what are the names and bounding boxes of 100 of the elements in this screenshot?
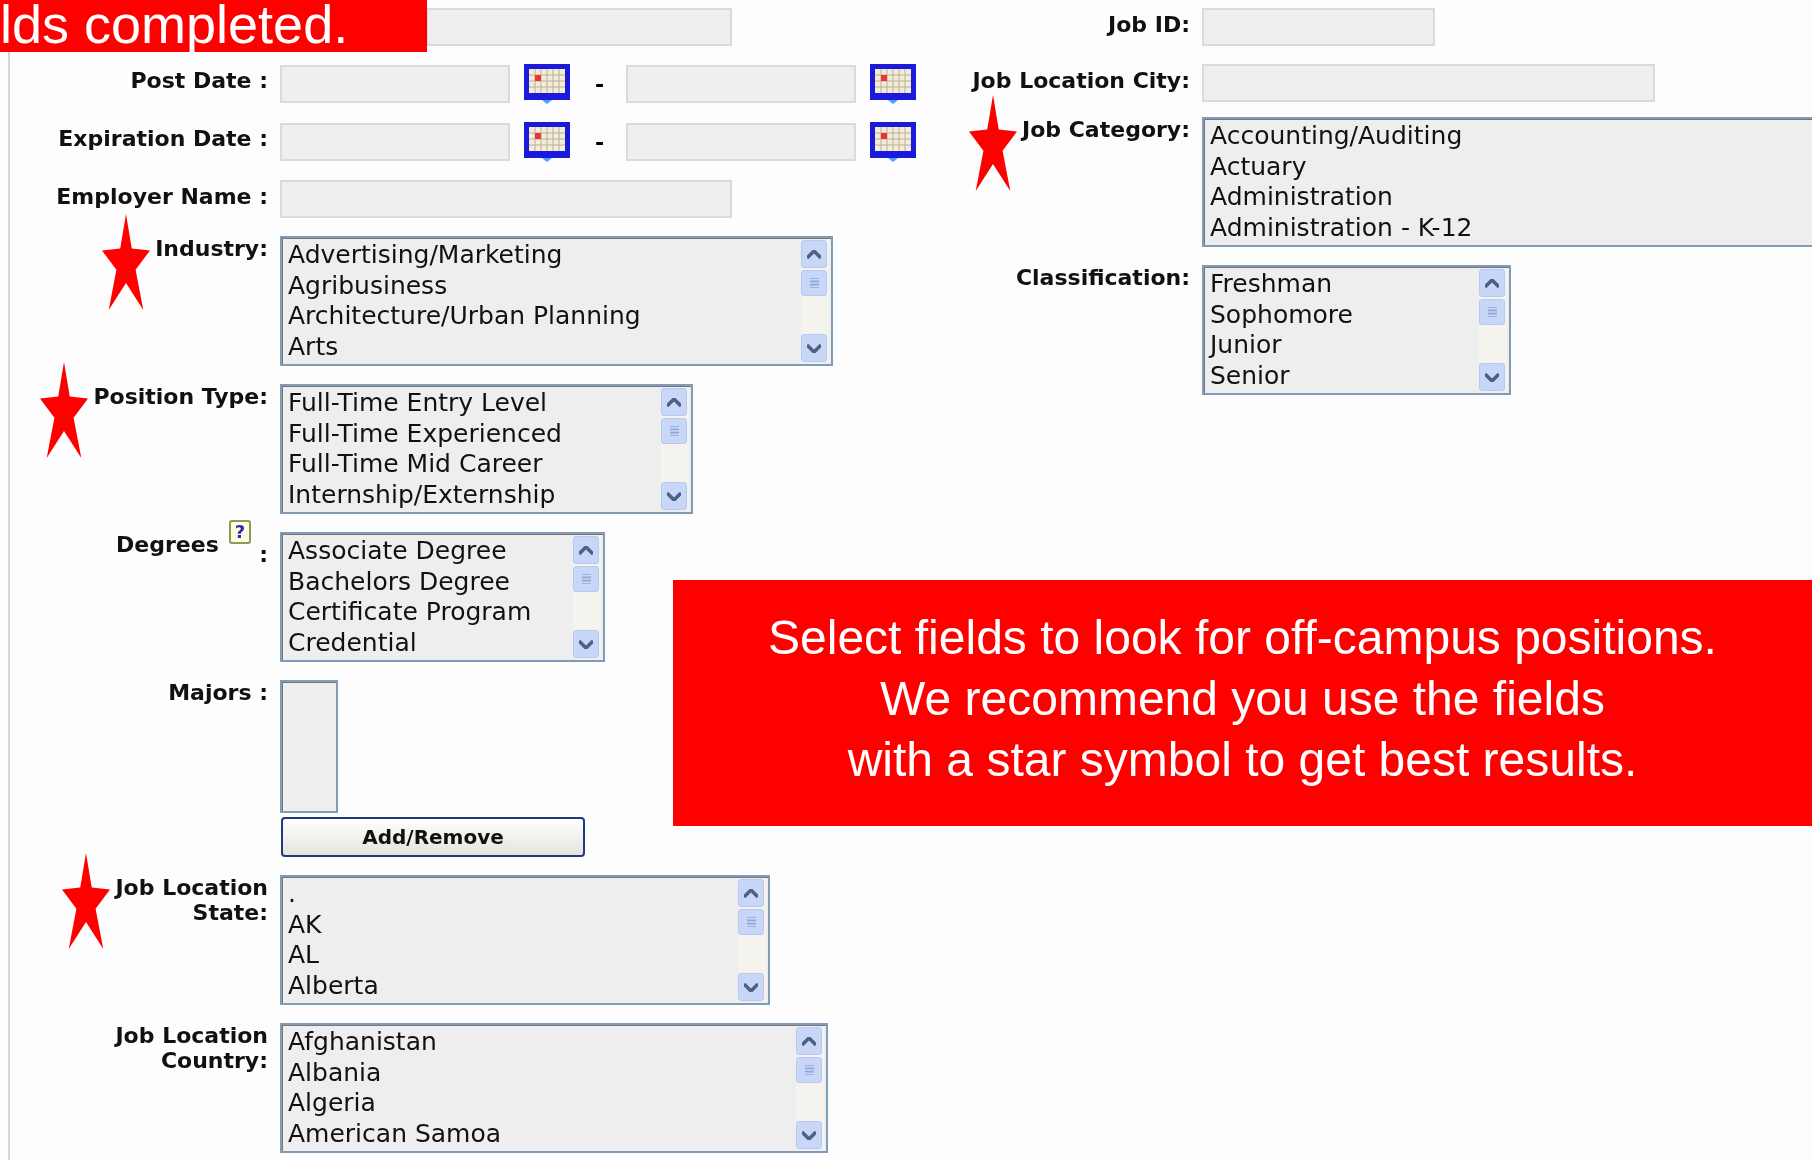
scrollbar[interactable] [1479,269,1507,391]
field-label: Job Location State: [115,875,268,925]
scroll-thumb[interactable] [573,566,599,592]
list-box[interactable]: Accounting/Auditing Actuary Administration Administration - K-12 [1202,117,1812,247]
scroll-up-button[interactable] [1479,269,1505,297]
calendar-icon[interactable] [524,122,570,162]
list-option[interactable]: Alberta [288,970,738,1001]
list-box[interactable]: Associate Degree Bachelors Degree Certificate Program Credential [280,532,605,662]
calendar-icon[interactable] [524,64,570,104]
list-option[interactable]: Certificate Program [288,597,573,628]
scroll-down-button[interactable] [738,973,764,1001]
chevron-up-icon [579,545,593,555]
field-label: Job Location Country: [115,1023,268,1073]
scroll-up-button[interactable] [796,1027,822,1055]
list-option[interactable]: AK [288,909,738,940]
text-field[interactable] [1202,8,1435,46]
calendar-icon[interactable] [870,64,917,104]
scroll-thumb[interactable] [738,909,764,935]
scroll-down-button[interactable] [573,630,599,658]
scroll-thumb[interactable] [801,270,827,296]
grip-icon [581,574,591,584]
list-option[interactable]: Architecture/Urban Planning [288,301,801,332]
list-option[interactable]: American Samoa [288,1118,796,1149]
scrollbar[interactable] [573,536,601,658]
chevron-down-icon [802,1130,816,1140]
list-box[interactable]: Advertising/Marketing Agribusiness Architecture/Urban Planning Arts [280,236,833,366]
scrollbar[interactable] [738,879,766,1001]
list-option[interactable]: Full-Time Experienced [288,418,661,449]
field-label: Employer Name : [56,184,268,209]
scroll-up-button[interactable] [801,240,827,268]
field-label: Majors : [168,680,268,705]
list-option[interactable]: Full-Time Mid Career [288,449,661,480]
scroll-up-button[interactable] [738,879,764,907]
list-box[interactable]: . AK AL Alberta [280,875,770,1005]
chevron-up-icon [744,888,758,898]
chevron-down-icon [807,343,821,353]
date-field[interactable] [626,123,857,161]
chevron-up-icon [667,397,681,407]
list-option[interactable]: Afghanistan [288,1027,796,1058]
grip-icon [1487,307,1497,317]
list-option[interactable]: Agribusiness [288,270,801,301]
scroll-down-button[interactable] [796,1121,822,1149]
list-option[interactable]: AL [288,940,738,971]
list-option[interactable]: Freshman [1210,269,1479,300]
date-field[interactable] [280,123,510,161]
label-colon: : [259,542,268,567]
grip-icon [804,1065,814,1075]
range-separator: - [595,129,605,155]
calendar-icon[interactable] [870,122,917,162]
list-option[interactable]: Associate Degree [288,536,573,567]
scroll-down-button[interactable] [801,334,827,362]
text-field[interactable] [1202,64,1655,102]
list-option[interactable]: Administration [1210,182,1812,213]
scrollbar[interactable] [801,240,829,362]
list-box[interactable]: Afghanistan Albania Algeria American Samoa [280,1023,828,1153]
list-option[interactable]: Arts [288,331,801,362]
scroll-down-button[interactable] [661,482,687,510]
list-box[interactable]: Full-Time Entry Level Full-Time Experienced Full-Time Mid Career Internship/Externship [280,384,693,514]
field-label: Position Type: [93,384,268,409]
scrollbar[interactable] [661,388,689,510]
list-option[interactable]: Algeria [288,1088,796,1119]
grip-icon [809,278,819,288]
callout-text: Select fields to look for off-campus positions. [768,609,1717,666]
list-option[interactable]: Advertising/Marketing [288,240,801,271]
field-label: Degrees [116,532,219,557]
list-box[interactable] [280,680,338,813]
list-option[interactable]: Junior [1210,330,1479,361]
chevron-up-icon [802,1036,816,1046]
date-field[interactable] [280,65,510,103]
date-field[interactable] [626,65,857,103]
text-field[interactable] [426,8,732,46]
chevron-down-icon [1485,372,1499,382]
scroll-up-button[interactable] [573,536,599,564]
list-box[interactable]: Freshman Sophomore Junior Senior [1202,265,1511,395]
list-option[interactable]: Senior [1210,360,1479,391]
list-option[interactable]: Albania [288,1057,796,1088]
list-option[interactable]: Sophomore [1210,299,1479,330]
chevron-down-icon [579,639,593,649]
scroll-thumb[interactable] [796,1057,822,1083]
text-field[interactable] [280,180,732,218]
list-option[interactable]: Actuary [1210,151,1812,182]
list-option[interactable]: Internship/Externship [288,479,661,510]
field-label: Job Location City: [972,68,1190,93]
list-option[interactable]: Full-Time Entry Level [288,388,661,419]
list-option[interactable]: Credential [288,627,573,658]
scroll-down-button[interactable] [1479,363,1505,391]
field-label: Industry: [155,236,268,261]
help-icon[interactable]: ? [228,520,252,544]
scroll-thumb[interactable] [661,418,687,444]
add-remove-button[interactable]: Add/Remove [281,817,585,857]
list-option[interactable]: Bachelors Degree [288,566,573,597]
chevron-up-icon [807,249,821,259]
list-option[interactable]: . [288,879,738,910]
range-separator: - [595,71,605,97]
grip-icon [669,426,679,436]
scroll-up-button[interactable] [661,388,687,416]
scroll-thumb[interactable] [1479,299,1505,325]
list-option[interactable]: Administration - K-12 [1210,212,1812,243]
scrollbar[interactable] [796,1027,824,1149]
list-option[interactable]: Accounting/Auditing [1210,121,1812,152]
